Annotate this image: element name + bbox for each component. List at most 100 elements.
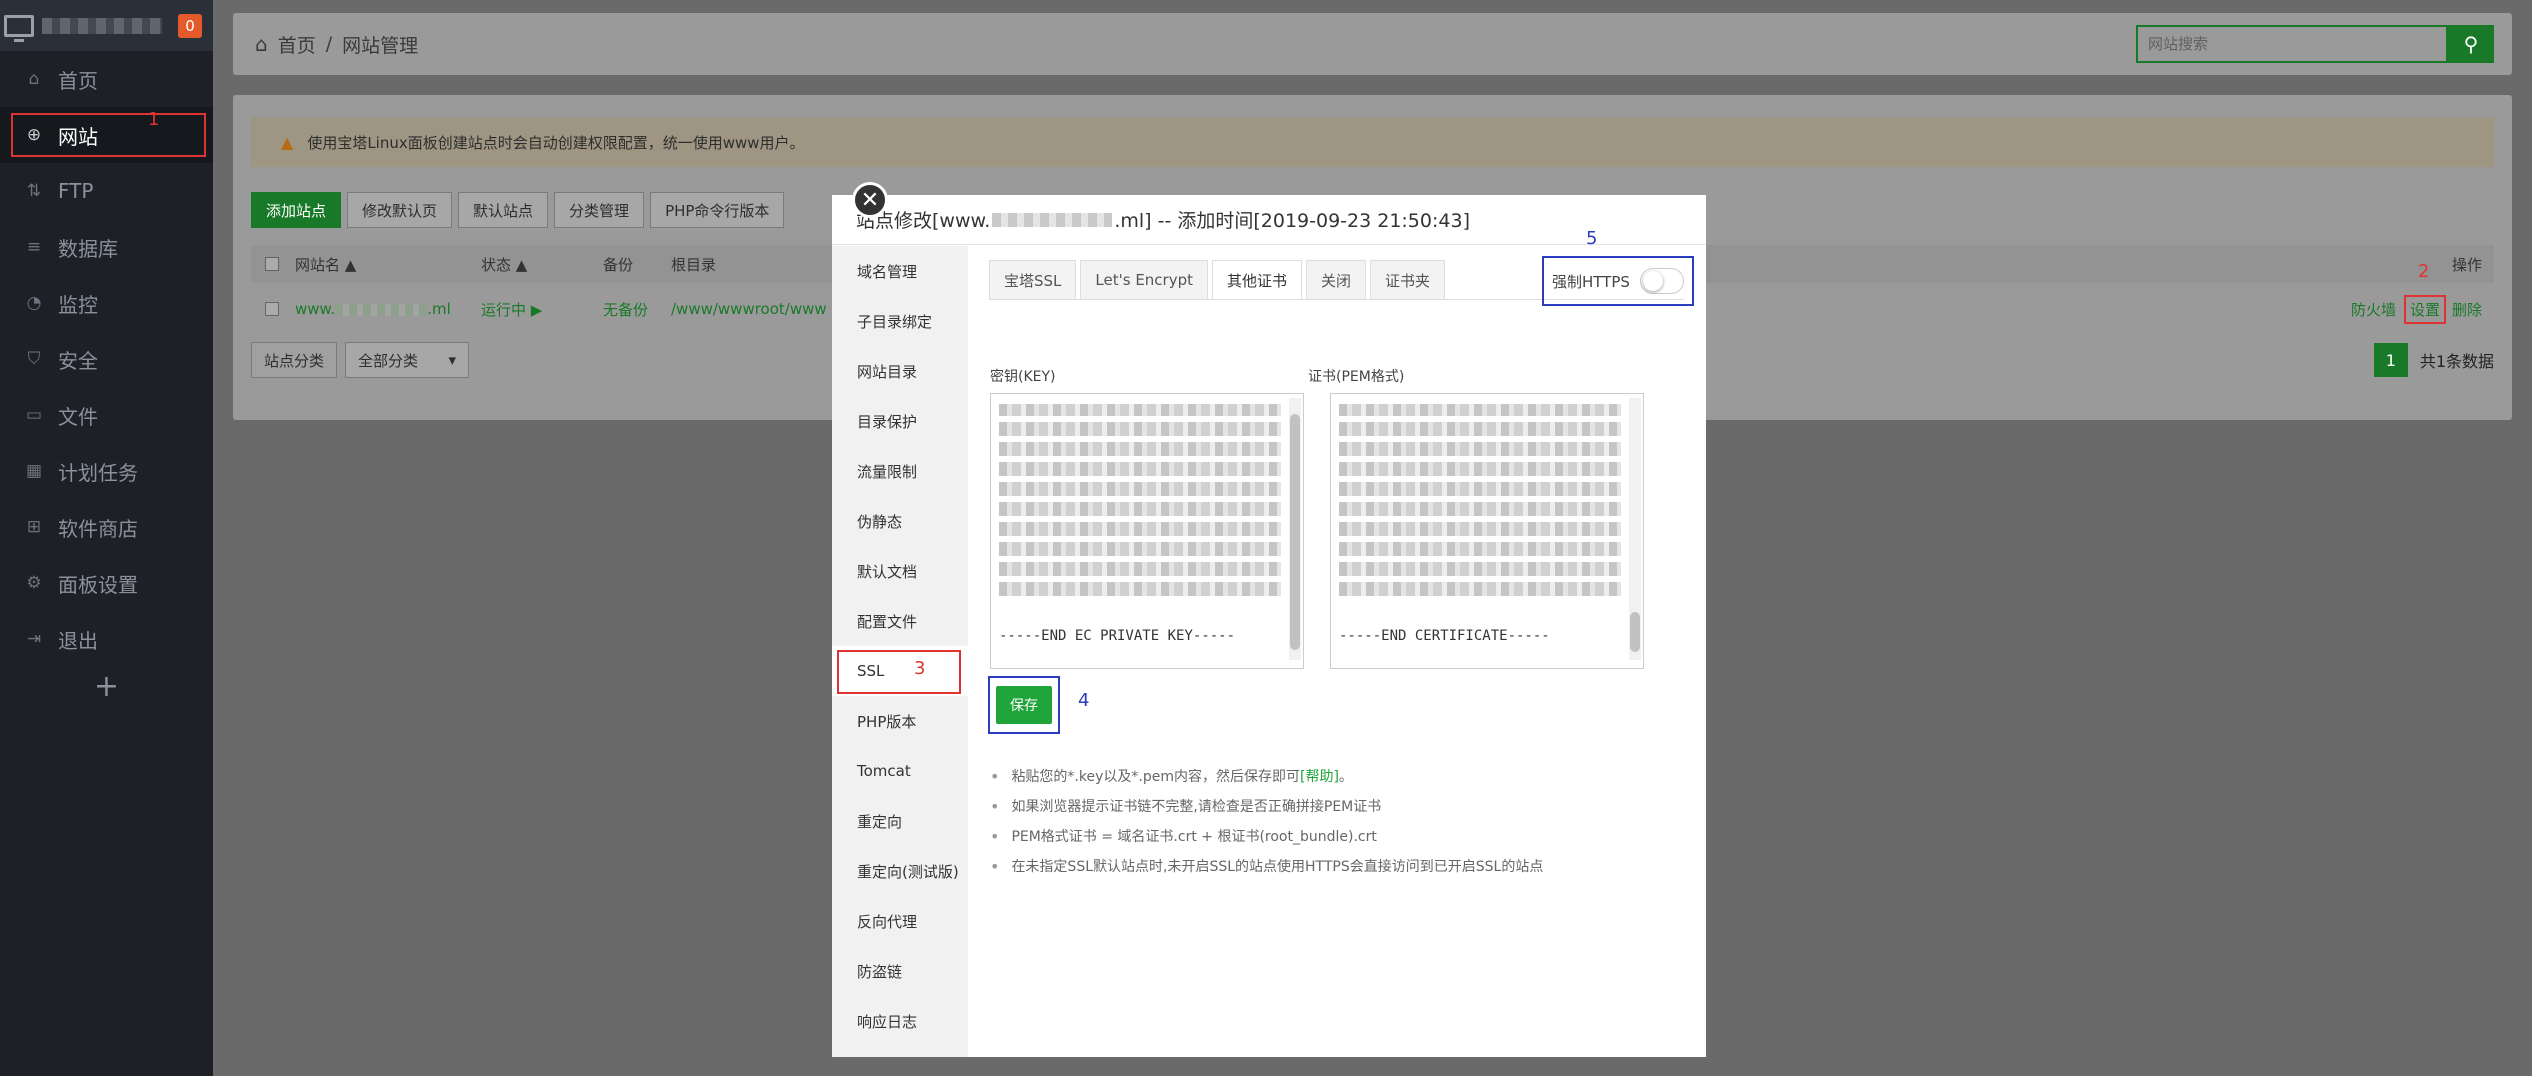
sidebar-item-settings[interactable]: ⚙ 面板设置	[0, 555, 213, 611]
key-scroll-thumb[interactable]	[1290, 414, 1300, 650]
site-toolbar: 添加站点 修改默认页 默认站点 分类管理 PHP命令行版本	[251, 192, 785, 228]
ssl-tips: 粘贴您的*.key以及*.pem内容，然后保存即可[帮助]。 如果浏览器提示证书…	[990, 761, 1543, 881]
menu-traffic-limit[interactable]: 流量限制	[832, 446, 968, 496]
menu-rewrite[interactable]: 伪静态	[832, 496, 968, 546]
breadcrumb-home[interactable]: 首页	[278, 31, 316, 58]
menu-config-file[interactable]: 配置文件	[832, 596, 968, 646]
folder-icon: ▭	[25, 405, 43, 425]
php-cli-version-button[interactable]: PHP命令行版本	[650, 192, 785, 228]
sidebar-item-website[interactable]: ⊕ 网站 1	[0, 107, 213, 163]
tab-bt-ssl[interactable]: 宝塔SSL	[989, 260, 1077, 300]
search-input[interactable]	[2136, 25, 2448, 63]
default-site-button[interactable]: 默认站点	[458, 192, 549, 228]
cert-content-blurred	[1339, 404, 1621, 596]
site-name-link[interactable]: www. .ml	[295, 300, 481, 318]
warning-icon: ▲	[281, 132, 294, 152]
status-running[interactable]: 运行中 ▶	[481, 299, 603, 320]
monitor-icon	[4, 14, 34, 42]
menu-site-dir[interactable]: 网站目录	[832, 346, 968, 396]
cert-label: 证书(PEM格式)	[1308, 369, 1405, 385]
sidebar-item-monitor[interactable]: ◔ 监控	[0, 275, 213, 331]
sidebar-item-label: 退出	[58, 628, 98, 653]
tip-item: PEM格式证书 = 域名证书.crt + 根证书(root_bundle).cr…	[990, 821, 1543, 851]
cert-textarea[interactable]: -----END CERTIFICATE-----	[1330, 393, 1644, 669]
top-bar: ⌂ 首页 / 网站管理 ⚲	[233, 13, 2512, 75]
force-https-label: 强制HTTPS	[1552, 272, 1630, 291]
save-highlight-box: 保存 4	[988, 676, 1089, 734]
menu-response-log[interactable]: 响应日志	[832, 996, 968, 1046]
server-ip-blurred	[42, 17, 162, 34]
page-1-button[interactable]: 1	[2373, 343, 2408, 377]
sidebar-item-logout[interactable]: ⇥ 退出	[0, 611, 213, 667]
annotation-5: 5	[1586, 228, 1598, 249]
annotation-2: 2	[2417, 260, 2430, 282]
close-icon[interactable]: ✕	[852, 182, 888, 218]
menu-tomcat[interactable]: Tomcat	[832, 746, 968, 796]
home-icon: ⌂	[28, 69, 40, 89]
home-icon: ⌂	[255, 32, 268, 56]
sidebar-nav: ⌂ 首页 ⊕ 网站 1 ⇅ FTP ≡ 数据库 ◔ 监控 ⛉ 安全 ▭ 文件 ▦ 计划任务 ⊞ 软件…	[0, 51, 213, 667]
sidebar-item-database[interactable]: ≡ 数据库	[0, 219, 213, 275]
ssl-panel: 宝塔SSL Let's Encrypt 其他证书 关闭 证书夹 强制HTTPS …	[968, 228, 1706, 1057]
menu-subdir-bind[interactable]: 子目录绑定	[832, 296, 968, 346]
shield-icon: ⛉	[27, 349, 41, 369]
monitor-icon: ◔	[26, 293, 42, 313]
delete-link[interactable]: 删除	[2452, 299, 2482, 320]
tab-cert-folder[interactable]: 证书夹	[1370, 260, 1446, 300]
sidebar-item-store[interactable]: ⊞ 软件商店	[0, 499, 213, 555]
key-textarea[interactable]: -----END EC PRIVATE KEY-----	[990, 393, 1304, 669]
force-https-toggle[interactable]	[1639, 268, 1684, 294]
menu-default-doc[interactable]: 默认文档	[832, 546, 968, 596]
tab-lets-encrypt[interactable]: Let's Encrypt	[1080, 260, 1208, 300]
save-button[interactable]: 保存	[996, 686, 1052, 724]
select-all-checkbox[interactable]	[265, 257, 279, 271]
sidebar-item-label: 数据库	[58, 236, 118, 261]
notification-badge[interactable]: 0	[178, 13, 202, 38]
menu-hotlink-protect[interactable]: 防盗链	[832, 946, 968, 996]
menu-dir-protect[interactable]: 目录保护	[832, 396, 968, 446]
menu-domain[interactable]: 域名管理	[832, 246, 968, 296]
cert-scroll-thumb[interactable]	[1630, 612, 1640, 652]
row-checkbox[interactable]	[265, 302, 279, 316]
tab-other-cert[interactable]: 其他证书	[1212, 260, 1303, 300]
sidebar: 0 ⌂ 首页 ⊕ 网站 1 ⇅ FTP ≡ 数据库 ◔ 监控 ⛉ 安全 ▭ 文件 ▦ 计划任务 ⊞…	[0, 0, 213, 1076]
col-status[interactable]: 状态 ▲	[481, 254, 603, 275]
notice-text: 使用宝塔Linux面板创建站点时会自动创建权限配置，统一使用www用户。	[307, 133, 805, 152]
sidebar-item-label: 计划任务	[58, 460, 138, 485]
sidebar-item-files[interactable]: ▭ 文件	[0, 387, 213, 443]
settings-link[interactable]: 设置 2	[2403, 261, 2446, 324]
sidebar-item-label: 面板设置	[58, 572, 138, 597]
col-backup: 备份	[603, 255, 634, 274]
search-button[interactable]: ⚲	[2448, 25, 2494, 63]
sidebar-item-security[interactable]: ⛉ 安全	[0, 331, 213, 387]
menu-ssl[interactable]: SSL 3	[832, 646, 968, 696]
edit-default-page-button[interactable]: 修改默认页	[347, 192, 453, 228]
menu-php-version[interactable]: PHP版本	[832, 696, 968, 746]
col-ops: 操作	[2451, 255, 2482, 274]
sidebar-item-label: FTP	[58, 179, 94, 203]
sidebar-item-cron[interactable]: ▦ 计划任务	[0, 443, 213, 499]
add-site-button[interactable]: 添加站点	[251, 192, 342, 228]
key-label: 密钥(KEY)	[990, 369, 1056, 385]
sidebar-item-ftp[interactable]: ⇅ FTP	[0, 163, 213, 219]
tip-item: 如果浏览器提示证书链不完整,请检查是否正确拼接PEM证书	[990, 791, 1543, 821]
firewall-link[interactable]: 防火墙	[2351, 299, 2396, 320]
caret-down-icon: ▾	[448, 351, 457, 369]
highlight-box	[837, 650, 961, 694]
col-site-name[interactable]: 网站名 ▲	[295, 254, 481, 275]
sidebar-item-label: 首页	[58, 68, 98, 93]
sidebar-item-label: 安全	[58, 348, 98, 373]
backup-status[interactable]: 无备份	[603, 299, 671, 320]
category-manage-button[interactable]: 分类管理	[554, 192, 645, 228]
menu-redirect[interactable]: 重定向	[832, 796, 968, 846]
gear-icon: ⚙	[26, 573, 42, 593]
sidebar-item-label: 软件商店	[58, 516, 138, 541]
category-select[interactable]: 全部分类 ▾	[345, 342, 470, 378]
annotation-3: 3	[914, 658, 926, 679]
sidebar-item-home[interactable]: ⌂ 首页	[0, 51, 213, 107]
menu-redirect-beta[interactable]: 重定向(测试版)	[832, 846, 968, 896]
menu-reverse-proxy[interactable]: 反向代理	[832, 896, 968, 946]
help-link[interactable]: [帮助]	[1300, 766, 1339, 786]
add-shortcut-button[interactable]: +	[0, 669, 213, 704]
tab-close[interactable]: 关闭	[1306, 260, 1367, 300]
